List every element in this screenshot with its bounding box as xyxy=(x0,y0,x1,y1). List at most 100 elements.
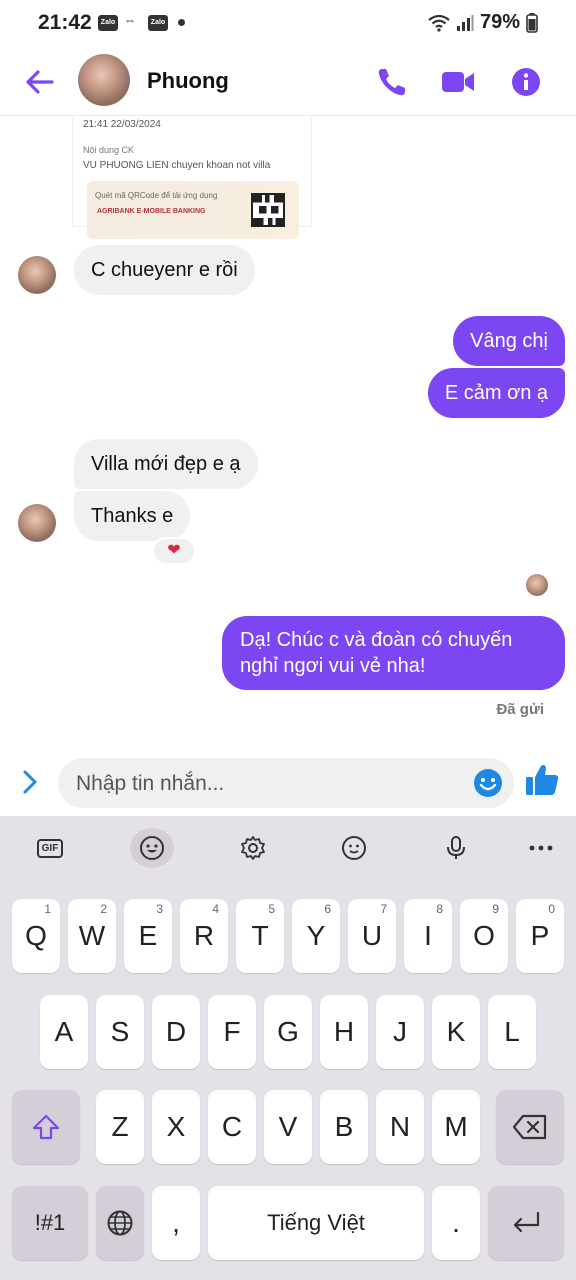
key-g[interactable]: G xyxy=(264,995,312,1069)
key-k[interactable]: K xyxy=(432,995,480,1069)
qr-prompt: Quét mã QRCode để tải ứng dụng xyxy=(95,191,218,200)
key-r[interactable]: R4 xyxy=(180,899,228,973)
incoming-message[interactable]: C chueyenr e rồi xyxy=(74,245,255,295)
key-j[interactable]: J xyxy=(376,995,424,1069)
sticker-button[interactable] xyxy=(332,828,376,868)
status-right: 79% xyxy=(428,11,538,34)
key-e[interactable]: E3 xyxy=(124,899,172,973)
signal-icon xyxy=(456,14,474,31)
video-call-icon[interactable] xyxy=(438,62,478,102)
more-dots-icon xyxy=(529,845,553,851)
receipt-content-label: Nội dung CK xyxy=(83,145,135,155)
key-v[interactable]: V xyxy=(264,1090,312,1164)
key-number: 0 xyxy=(548,902,555,916)
key-m[interactable]: M xyxy=(432,1090,480,1164)
comma-key[interactable]: , xyxy=(152,1186,200,1260)
smiley-icon xyxy=(140,836,164,860)
key-z[interactable]: Z xyxy=(96,1090,144,1164)
key-y[interactable]: Y6 xyxy=(292,899,340,973)
gif-icon: GIF xyxy=(36,838,64,858)
contact-avatar[interactable] xyxy=(78,54,130,106)
transfer-receipt-image[interactable]: 21:41 22/03/2024 Nội dung CK VU PHUONG L… xyxy=(72,117,312,239)
message-list[interactable]: 21:41 22/03/2024 Nội dung CK VU PHUONG L… xyxy=(0,117,576,751)
sent-status: Đã gửi xyxy=(496,701,544,718)
phone-call-icon[interactable] xyxy=(372,62,412,102)
key-label: U xyxy=(361,920,383,951)
key-number: 5 xyxy=(268,902,275,916)
key-p[interactable]: P0 xyxy=(516,899,564,973)
key-label: O xyxy=(473,920,495,951)
gif-button[interactable]: GIF xyxy=(28,828,72,868)
incoming-message[interactable]: Villa mới đẹp e ạ xyxy=(74,439,258,489)
language-key[interactable] xyxy=(96,1186,144,1260)
key-s[interactable]: S xyxy=(96,995,144,1069)
sender-avatar[interactable] xyxy=(18,256,56,294)
key-x[interactable]: X xyxy=(152,1090,200,1164)
status-bar: 21:42 Zalo ⇔ Zalo 79% xyxy=(0,0,576,48)
key-number: 9 xyxy=(492,902,499,916)
emoji-icon[interactable] xyxy=(472,767,504,799)
seen-avatar xyxy=(526,574,548,596)
key-h[interactable]: H xyxy=(320,995,368,1069)
keyboard-settings-button[interactable] xyxy=(231,828,275,868)
battery-percent: 79% xyxy=(479,11,520,33)
shift-arrow-icon xyxy=(32,1114,60,1140)
key-o[interactable]: O9 xyxy=(460,899,508,973)
outgoing-message[interactable]: E cảm ơn ạ xyxy=(427,368,565,418)
key-d[interactable]: D xyxy=(152,995,200,1069)
enter-key[interactable] xyxy=(488,1186,564,1260)
key-number: 3 xyxy=(156,902,163,916)
key-c[interactable]: C xyxy=(208,1090,256,1164)
heart-reaction-icon[interactable]: ❤ xyxy=(152,537,196,565)
outgoing-message[interactable]: Vâng chị xyxy=(453,316,565,366)
contact-name[interactable]: Phuong xyxy=(147,68,229,94)
key-label: Y xyxy=(306,920,326,951)
shift-key[interactable] xyxy=(12,1090,80,1164)
message-line: Dạ! Chúc c và đoàn có chuyến xyxy=(240,629,513,651)
incoming-message[interactable]: Thanks e xyxy=(74,491,191,541)
key-u[interactable]: U7 xyxy=(348,899,396,973)
battery-icon xyxy=(526,12,538,33)
key-t[interactable]: T5 xyxy=(236,899,284,973)
message-line: nghỉ ngơi vui vẻ nha! xyxy=(240,655,426,677)
key-number: 1 xyxy=(44,902,51,916)
chevron-right-icon[interactable] xyxy=(14,766,46,798)
key-label: T xyxy=(251,920,269,951)
key-w[interactable]: W2 xyxy=(68,899,116,973)
key-label: I xyxy=(424,920,432,951)
symbols-key[interactable]: !#1 xyxy=(12,1186,88,1260)
key-q[interactable]: Q1 xyxy=(12,899,60,973)
voice-input-button[interactable] xyxy=(434,828,478,868)
back-arrow-icon[interactable] xyxy=(22,64,58,100)
zalo-notification-icon: Zalo xyxy=(98,15,118,31)
outgoing-message[interactable]: Dạ! Chúc c và đoàn có chuyến nghỉ ngơi v… xyxy=(222,616,565,690)
key-n[interactable]: N xyxy=(376,1090,424,1164)
key-number: 8 xyxy=(436,902,443,916)
key-label: W xyxy=(78,920,106,951)
message-input[interactable]: Nhập tin nhắn... xyxy=(58,758,514,808)
qr-code xyxy=(251,193,285,227)
period-key[interactable]: . xyxy=(432,1186,480,1260)
key-i[interactable]: I8 xyxy=(404,899,452,973)
sender-avatar[interactable] xyxy=(18,504,56,542)
key-a[interactable]: A xyxy=(40,995,88,1069)
key-l[interactable]: L xyxy=(488,995,536,1069)
receipt-content-value: VU PHUONG LIEN chuyen khoan not villa xyxy=(83,160,271,171)
thumbs-up-icon[interactable] xyxy=(524,762,560,798)
key-label: R xyxy=(193,920,215,951)
info-icon[interactable] xyxy=(506,62,546,102)
space-key[interactable]: Tiếng Việt xyxy=(208,1186,424,1260)
more-options-button[interactable] xyxy=(519,828,563,868)
key-b[interactable]: B xyxy=(320,1090,368,1164)
message-input-placeholder: Nhập tin nhắn... xyxy=(76,772,225,795)
keyboard: GIF Q1 W2 E3 R4 T5 Y 6 U 7 I 8 O 9 P 0 A… xyxy=(0,816,576,1280)
key-label: Q xyxy=(25,920,47,951)
emoji-keyboard-button[interactable] xyxy=(130,828,174,868)
data-transfer-icon: ⇔ xyxy=(124,13,136,27)
key-f[interactable]: F xyxy=(208,995,256,1069)
key-label: E xyxy=(138,920,158,951)
backspace-key[interactable] xyxy=(496,1090,564,1164)
backspace-icon xyxy=(512,1114,547,1140)
zalo-notification-icon-2: Zalo xyxy=(148,15,168,31)
key-number: 2 xyxy=(100,902,107,916)
